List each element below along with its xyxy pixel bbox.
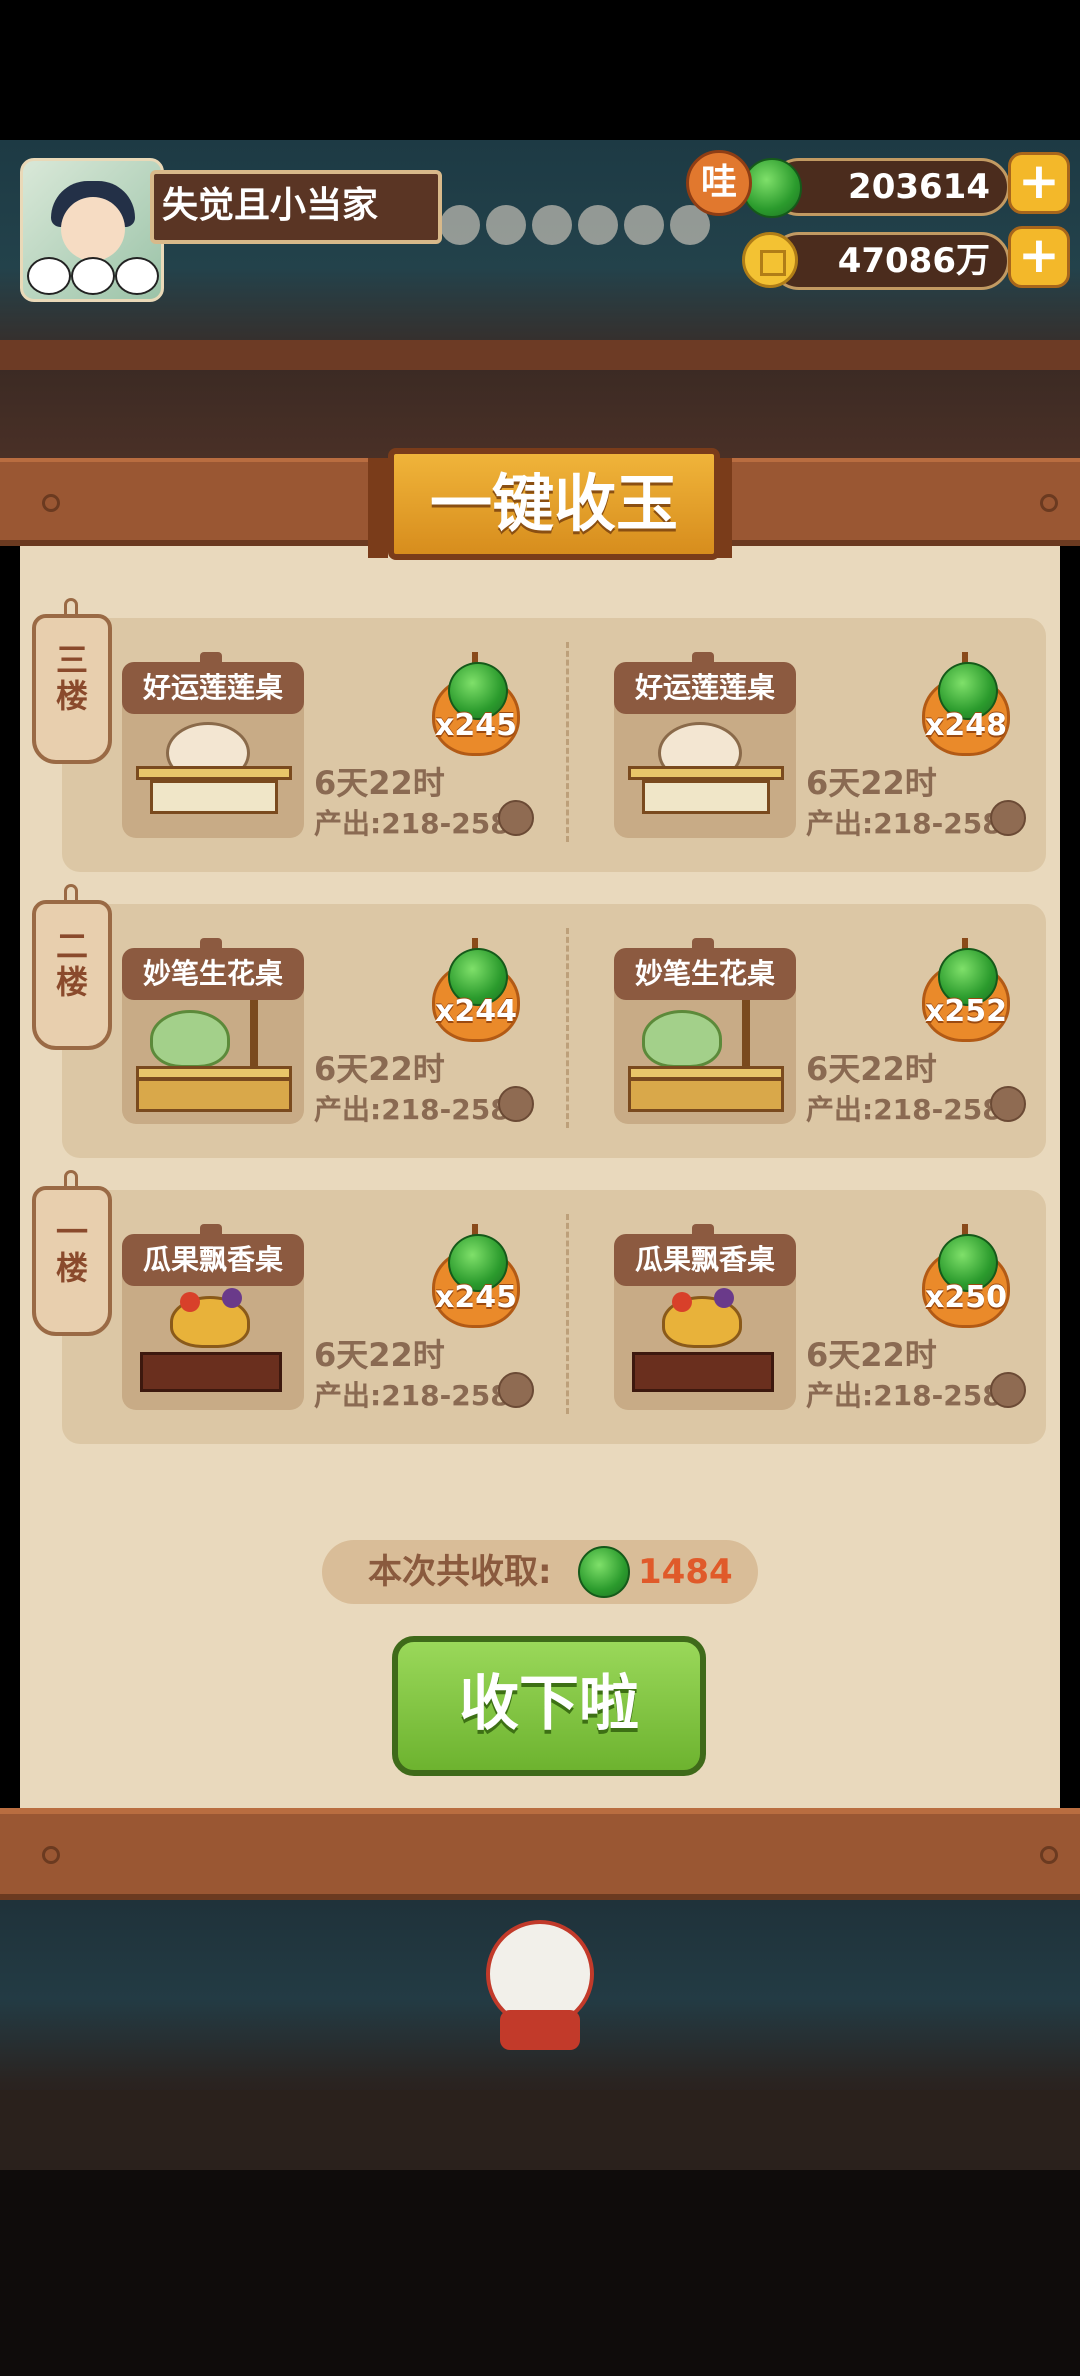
jade-reward: x252 xyxy=(916,938,1016,1044)
table-body xyxy=(632,1352,774,1392)
output-icon xyxy=(990,800,1026,836)
table-name: 瓜果飘香桌 xyxy=(614,1234,796,1286)
total-collected-label: 本次共收取: xyxy=(368,1552,552,1592)
panda-icon xyxy=(27,257,71,295)
fruit-icon xyxy=(714,1288,734,1308)
jade-badge-label: 哇 xyxy=(686,150,752,216)
fruit-icon xyxy=(180,1292,200,1312)
jade-icon xyxy=(578,1546,630,1598)
row-divider xyxy=(566,928,569,1128)
jade-amount: x245 xyxy=(435,1280,517,1315)
coin-count: 47086万 xyxy=(837,241,990,281)
nail-icon xyxy=(42,494,60,512)
remaining-time: 6天22时 xyxy=(314,1050,445,1088)
player-name: 失觉且小当家 xyxy=(162,185,379,226)
jade-reward: x244 xyxy=(426,938,526,1044)
lantern-decoration xyxy=(440,205,730,255)
roof-eave xyxy=(0,340,1080,370)
collect-button[interactable]: 收下啦 xyxy=(392,1636,706,1776)
bottom-area xyxy=(0,2170,1080,2376)
title-bracket xyxy=(368,458,388,558)
row-divider xyxy=(566,1214,569,1414)
output-icon xyxy=(990,1086,1026,1122)
table-body xyxy=(140,1352,282,1392)
table-top xyxy=(628,766,784,780)
jade-amount: x248 xyxy=(925,708,1007,743)
row-divider xyxy=(566,642,569,842)
avatar[interactable] xyxy=(20,158,164,302)
snowman-body xyxy=(500,2010,580,2050)
panda-icon xyxy=(71,257,115,295)
output-icon xyxy=(498,1372,534,1408)
output-range: 产出:218-258 xyxy=(806,1093,1002,1126)
table-name: 好运莲莲桌 xyxy=(122,662,304,714)
panda-icon xyxy=(115,257,159,295)
remaining-time: 6天22时 xyxy=(314,764,445,802)
output-icon xyxy=(990,1372,1026,1408)
floor-label: 一楼 xyxy=(55,1213,88,1287)
output-icon xyxy=(498,800,534,836)
stone-icon xyxy=(150,1010,230,1068)
output-range: 产出:218-258 xyxy=(806,807,1002,840)
avatar-face xyxy=(61,197,125,261)
table-body xyxy=(628,1078,784,1112)
table-name: 妙笔生花桌 xyxy=(614,948,796,1000)
table-name: 妙笔生花桌 xyxy=(122,948,304,1000)
output-range: 产出:218-258 xyxy=(314,1093,510,1126)
coin-icon xyxy=(742,232,798,288)
brush-icon xyxy=(250,1000,258,1070)
panel-title: 一键收玉 xyxy=(388,448,720,560)
remaining-time: 6天22时 xyxy=(314,1336,445,1374)
remaining-time: 6天22时 xyxy=(806,764,937,802)
jade-amount: x250 xyxy=(925,1280,1007,1315)
stone-icon xyxy=(642,1010,722,1068)
output-range: 产出:218-258 xyxy=(314,807,510,840)
total-collected-value: 1484 xyxy=(638,1552,733,1592)
output-icon xyxy=(498,1086,534,1122)
nail-icon xyxy=(1040,494,1058,512)
nail-icon xyxy=(42,1846,60,1864)
jade-amount: x252 xyxy=(925,994,1007,1029)
output-range: 产出:218-258 xyxy=(806,1379,1002,1412)
nail-icon xyxy=(1040,1846,1058,1864)
jade-amount: x245 xyxy=(435,708,517,743)
jade-reward: x245 xyxy=(426,652,526,758)
table-name: 瓜果飘香桌 xyxy=(122,1234,304,1286)
brush-icon xyxy=(742,1000,750,1070)
table-name: 好运莲莲桌 xyxy=(614,662,796,714)
table-body xyxy=(150,780,278,814)
table-top xyxy=(136,766,292,780)
jade-reward: x245 xyxy=(426,1224,526,1330)
table-body xyxy=(642,780,770,814)
jade-count: 203614 xyxy=(848,167,990,207)
floor-label: 三楼 xyxy=(55,641,88,715)
table-body xyxy=(136,1078,292,1112)
output-range: 产出:218-258 xyxy=(314,1379,510,1412)
jade-reward: x250 xyxy=(916,1224,1016,1330)
panel-bottom-bar xyxy=(0,1808,1080,1900)
remaining-time: 6天22时 xyxy=(806,1336,937,1374)
jade-reward: x248 xyxy=(916,652,1016,758)
jade-amount: x244 xyxy=(435,994,517,1029)
remaining-time: 6天22时 xyxy=(806,1050,937,1088)
add-jade-button[interactable]: + xyxy=(1008,152,1070,214)
floor-label: 二楼 xyxy=(55,927,88,1001)
fruit-icon xyxy=(222,1288,242,1308)
add-coins-button[interactable]: + xyxy=(1008,226,1070,288)
fruit-icon xyxy=(672,1292,692,1312)
